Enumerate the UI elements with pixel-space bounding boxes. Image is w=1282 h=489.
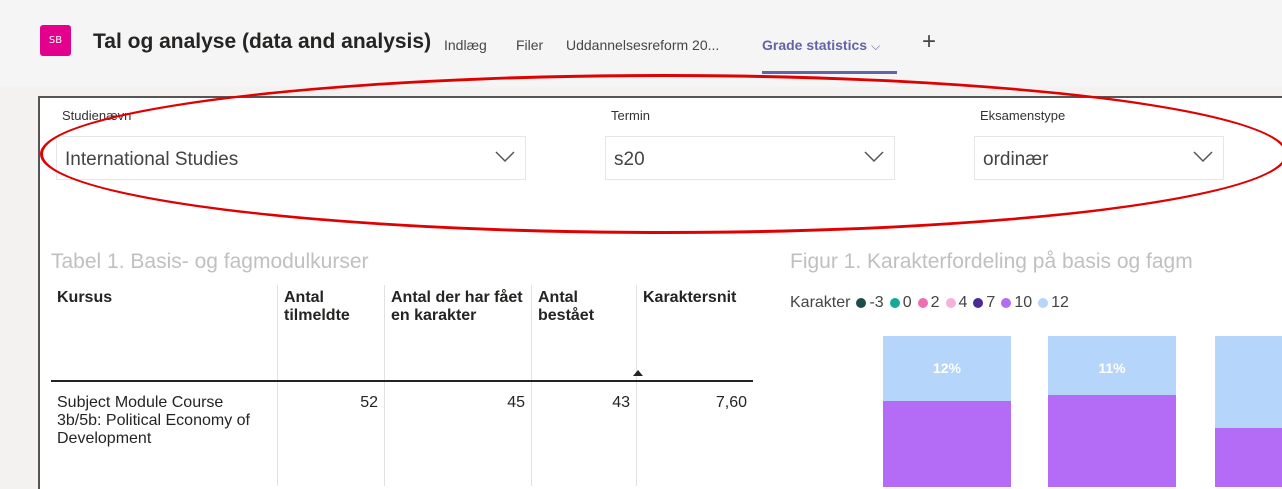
active-tab-indicator bbox=[762, 71, 897, 74]
table-row[interactable]: Subject Module Course 3b/5b: Political E… bbox=[51, 381, 753, 486]
team-title[interactable]: Tal og analyse (data and analysis) bbox=[93, 30, 431, 54]
sort-ascending-icon[interactable] bbox=[633, 370, 643, 376]
cell-average: 7,60 bbox=[715, 394, 747, 411]
tab-uddannelsesreform[interactable]: Uddannelsesreform 20... bbox=[566, 37, 719, 53]
bar-data-label: 11% bbox=[1098, 360, 1126, 376]
bar-segment-10[interactable] bbox=[883, 401, 1011, 487]
column-header-kursus[interactable]: Kursus bbox=[51, 285, 278, 381]
legend-dot bbox=[1001, 298, 1012, 308]
column-header-antal-bestaaet[interactable]: Antal bestået bbox=[531, 285, 637, 381]
slicer-value: ordinær bbox=[983, 149, 1049, 170]
legend-dot bbox=[945, 298, 956, 308]
legend-dot bbox=[856, 298, 867, 308]
column-header-antal-karakter[interactable]: Antal der har fået en karakter bbox=[384, 285, 532, 381]
legend-label: 7 bbox=[986, 294, 996, 311]
slicer-label-eksamenstype: Eksamenstype bbox=[980, 108, 1066, 123]
slicer-label-termin: Termin bbox=[611, 108, 651, 123]
add-tab-button[interactable]: + bbox=[922, 28, 936, 56]
legend-label: 12 bbox=[1051, 294, 1069, 311]
cell-course: Subject Module Course 3b/5b: Political E… bbox=[51, 381, 278, 486]
slicer-value: International Studies bbox=[65, 149, 239, 170]
legend-item[interactable]: 10 bbox=[1001, 294, 1032, 312]
table-header-row: Kursus Antal tilmeldte Antal der har fåe… bbox=[51, 285, 753, 381]
chevron-down-icon bbox=[864, 151, 884, 163]
slicer-eksamenstype[interactable]: ordinær bbox=[974, 136, 1224, 180]
legend-dot bbox=[973, 298, 984, 308]
tab-filer[interactable]: Filer bbox=[516, 37, 543, 53]
chevron-down-icon bbox=[495, 151, 515, 163]
chart-legend: Karakter -3 0 2 4 7 10 12 bbox=[790, 294, 1069, 312]
legend-label: 10 bbox=[1014, 294, 1033, 311]
bar-segment-10[interactable] bbox=[1215, 428, 1282, 487]
bar-segment-10[interactable] bbox=[1048, 395, 1176, 487]
legend-item[interactable]: 7 bbox=[973, 294, 995, 312]
course-table: Kursus Antal tilmeldte Antal der har fåe… bbox=[51, 285, 753, 486]
legend-dot bbox=[1038, 298, 1049, 308]
tab-grade-statistics-label: Grade statistics bbox=[762, 37, 868, 53]
legend-dot bbox=[889, 298, 900, 308]
legend-item[interactable]: 4 bbox=[945, 294, 968, 312]
legend-label: -3 bbox=[869, 294, 884, 311]
teams-header: SB Tal og analyse (data and analysis) In… bbox=[0, 0, 1282, 87]
table-title: Tabel 1. Basis- og fagmodulkurser bbox=[51, 250, 369, 273]
slicer-termin[interactable]: s20 bbox=[605, 136, 895, 180]
cell-enrolled: 52 bbox=[277, 381, 385, 486]
chart-title: Figur 1. Karakterfordeling på basis og f… bbox=[790, 250, 1193, 273]
legend-item[interactable]: 2 bbox=[917, 294, 940, 312]
cell-passed: 43 bbox=[531, 381, 637, 486]
cell-graded: 45 bbox=[384, 381, 532, 486]
column-header-karaktersnit[interactable]: Karaktersnit bbox=[637, 285, 754, 381]
legend-label: 0 bbox=[902, 294, 912, 311]
legend-item[interactable]: 0 bbox=[889, 294, 912, 312]
bar-segment-12[interactable] bbox=[1215, 336, 1282, 428]
team-avatar[interactable]: SB bbox=[40, 25, 71, 56]
legend-label: 4 bbox=[958, 294, 968, 311]
legend-title: Karakter bbox=[790, 294, 851, 311]
column-header-antal-tilmeldte[interactable]: Antal tilmeldte bbox=[277, 285, 385, 381]
slicer-label-studienaevn: Studienævn bbox=[62, 108, 132, 123]
legend-dot bbox=[917, 298, 928, 308]
legend-item[interactable]: -3 bbox=[856, 294, 884, 312]
bar-data-label: 12% bbox=[932, 360, 962, 376]
legend-label: 2 bbox=[930, 294, 940, 311]
legend-item[interactable]: 12 bbox=[1038, 294, 1069, 312]
slicer-value: s20 bbox=[614, 149, 645, 170]
tab-grade-statistics[interactable]: Grade statistics ⌵ bbox=[762, 37, 880, 54]
chevron-down-icon[interactable]: ⌵ bbox=[871, 39, 880, 53]
tab-indlaeg[interactable]: Indlæg bbox=[444, 37, 487, 53]
chevron-down-icon bbox=[1193, 151, 1213, 163]
slicer-studienaevn[interactable]: International Studies bbox=[56, 136, 526, 180]
